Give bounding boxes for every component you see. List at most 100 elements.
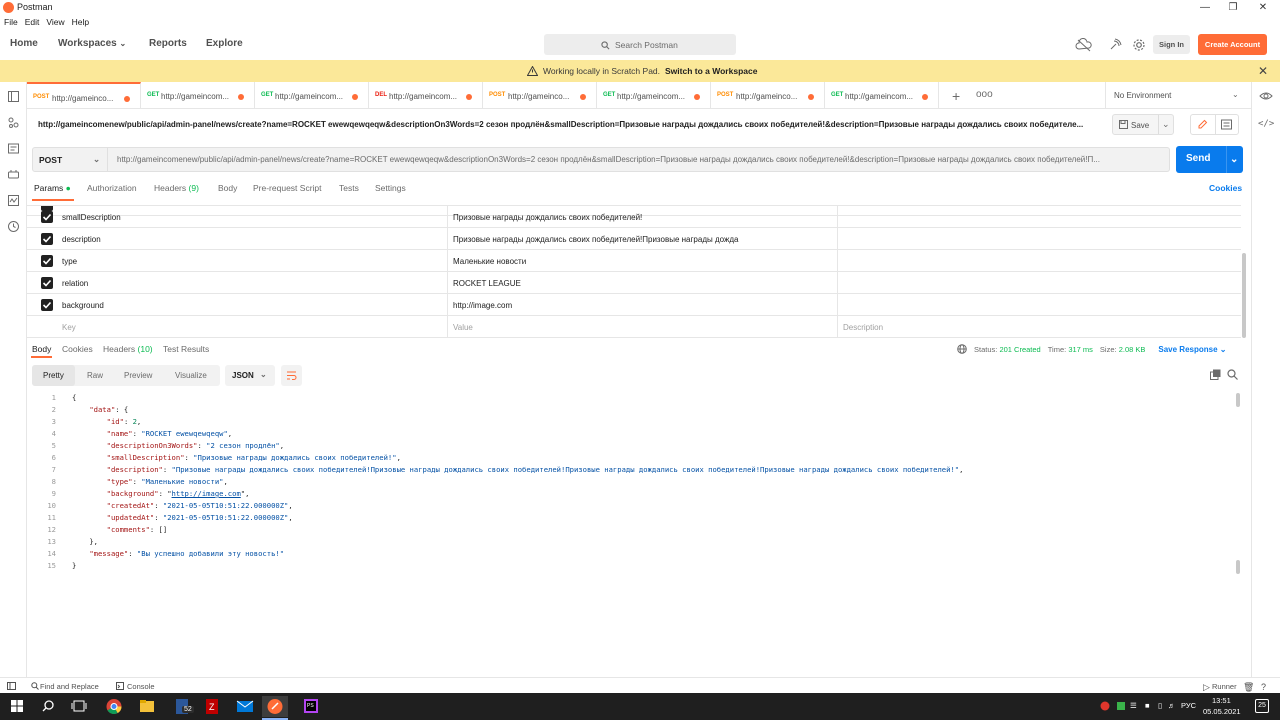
scrollbar-thumb[interactable] bbox=[1236, 560, 1240, 574]
scrollbar-thumb[interactable] bbox=[1236, 393, 1240, 407]
code-snippet-icon[interactable]: </> bbox=[1258, 119, 1274, 129]
param-checkbox[interactable] bbox=[41, 211, 53, 223]
unsaved-dot-icon[interactable] bbox=[580, 94, 586, 100]
param-key[interactable]: smallDescription bbox=[62, 213, 121, 222]
environments-icon[interactable] bbox=[7, 142, 20, 155]
console-button[interactable]: Console bbox=[127, 682, 155, 691]
sign-in-button[interactable]: Sign In bbox=[1153, 35, 1190, 54]
unsaved-dot-icon[interactable] bbox=[694, 94, 700, 100]
param-description-placeholder[interactable]: Description bbox=[843, 323, 883, 332]
tab-prerequest-script[interactable]: Pre-request Script bbox=[253, 183, 322, 193]
resp-tab-test-results[interactable]: Test Results bbox=[163, 344, 209, 354]
code-scrollbar[interactable] bbox=[1235, 393, 1241, 673]
code-line[interactable]: "id": 2, bbox=[72, 417, 142, 426]
nav-reports[interactable]: Reports bbox=[149, 38, 187, 49]
volume-icon[interactable]: ♬ bbox=[1168, 701, 1176, 710]
nav-explore[interactable]: Explore bbox=[206, 38, 243, 49]
request-tab[interactable]: GET http://gameincom... bbox=[255, 82, 369, 109]
nav-home[interactable]: Home bbox=[10, 38, 38, 49]
request-tab[interactable]: POST http://gameinco... bbox=[27, 82, 141, 109]
code-line[interactable]: "message": "Вы успешно добавили эту ново… bbox=[72, 549, 284, 558]
unsaved-dot-icon[interactable] bbox=[922, 94, 928, 100]
new-tab-button[interactable]: + bbox=[952, 88, 960, 104]
resp-tab-body[interactable]: Body bbox=[32, 344, 51, 354]
collections-icon[interactable] bbox=[7, 90, 20, 103]
menu-edit[interactable]: Edit bbox=[25, 17, 40, 27]
param-checkbox[interactable] bbox=[41, 277, 53, 289]
tab-headers[interactable]: Headers (9) bbox=[154, 183, 199, 193]
unsaved-dot-icon[interactable] bbox=[466, 94, 472, 100]
close-banner-icon[interactable]: ✕ bbox=[1258, 64, 1268, 78]
menu-view[interactable]: View bbox=[46, 17, 64, 27]
unsaved-dot-icon[interactable] bbox=[238, 94, 244, 100]
code-line[interactable]: "comments": [] bbox=[72, 525, 168, 534]
code-line[interactable]: "data": { bbox=[72, 405, 128, 414]
chrome-icon[interactable] bbox=[101, 696, 127, 717]
code-line[interactable]: "name": "ROCKET ewewqewqeqw", bbox=[72, 429, 233, 438]
help-icon[interactable]: ? bbox=[1261, 682, 1266, 692]
filezilla-icon[interactable]: Z bbox=[199, 696, 225, 717]
create-account-button[interactable]: Create Account bbox=[1198, 34, 1267, 55]
wifi-icon[interactable]: ☰ bbox=[1130, 701, 1137, 710]
mock-servers-icon[interactable] bbox=[7, 168, 20, 181]
param-value-placeholder[interactable]: Value bbox=[453, 323, 473, 332]
tab-settings[interactable]: Settings bbox=[375, 183, 406, 193]
search-input[interactable]: Search Postman bbox=[544, 34, 736, 55]
param-key[interactable]: description bbox=[62, 235, 101, 244]
cookies-link[interactable]: Cookies bbox=[1209, 183, 1242, 193]
tab-authorization[interactable]: Authorization bbox=[87, 183, 137, 193]
format-raw[interactable]: Raw bbox=[87, 371, 103, 380]
tray-app-icon[interactable] bbox=[1116, 701, 1126, 711]
request-title[interactable]: http://gameincomenew/public/api/admin-pa… bbox=[38, 120, 1108, 129]
resp-tab-cookies[interactable]: Cookies bbox=[62, 344, 93, 354]
unsaved-dot-icon[interactable] bbox=[124, 96, 130, 102]
copy-icon[interactable] bbox=[1210, 369, 1221, 380]
battery-icon[interactable]: ▯ bbox=[1158, 701, 1162, 710]
notification-center-icon[interactable]: 25 bbox=[1255, 699, 1269, 713]
file-explorer-icon[interactable] bbox=[134, 696, 160, 717]
tab-body[interactable]: Body bbox=[218, 183, 237, 193]
param-key[interactable]: relation bbox=[62, 279, 88, 288]
param-value[interactable]: Призовые награды дождались своих победит… bbox=[453, 235, 738, 244]
apis-icon[interactable] bbox=[7, 116, 20, 129]
find-replace-button[interactable]: Find and Replace bbox=[40, 682, 99, 691]
search-icon[interactable] bbox=[1227, 369, 1238, 380]
param-value[interactable]: Маленькие новости bbox=[453, 257, 526, 266]
close-window-button[interactable]: ✕ bbox=[1250, 0, 1276, 15]
postman-taskbar-button[interactable] bbox=[262, 696, 288, 717]
security-tray-icon[interactable] bbox=[1100, 701, 1110, 711]
menu-file[interactable]: File bbox=[4, 17, 18, 27]
menu-help[interactable]: Help bbox=[72, 17, 89, 27]
task-view-icon[interactable] bbox=[66, 696, 92, 717]
param-key-placeholder[interactable]: Key bbox=[62, 323, 76, 332]
code-line[interactable]: "description": "Призовые награды дождали… bbox=[72, 465, 964, 474]
request-tab[interactable]: POST http://gameinco... bbox=[483, 82, 597, 109]
eye-icon[interactable] bbox=[1259, 90, 1273, 102]
request-tab[interactable]: DEL http://gameincom... bbox=[369, 82, 483, 109]
tray-folder-icon[interactable]: ■ bbox=[1145, 701, 1150, 710]
response-body-editor[interactable]: 1 {2 "data": {3 "id": 2, 4 "name": "ROCKET… bbox=[32, 393, 1232, 577]
environment-selector[interactable]: No Environment ⌄ bbox=[1105, 82, 1251, 109]
save-response-button[interactable]: Save Response ⌄ bbox=[1158, 345, 1226, 354]
runner-button[interactable]: Runner bbox=[1212, 682, 1237, 691]
format-pretty[interactable]: Pretty bbox=[43, 371, 64, 380]
clock-date[interactable]: 05.05.2021 bbox=[1203, 707, 1241, 716]
code-line[interactable]: { bbox=[72, 393, 76, 402]
resp-tab-headers[interactable]: Headers (10) bbox=[103, 344, 153, 354]
request-tab[interactable]: GET http://gameincom... bbox=[825, 82, 939, 109]
params-scrollbar[interactable] bbox=[1241, 205, 1247, 338]
language-indicator[interactable]: РУС bbox=[1181, 701, 1196, 710]
history-icon[interactable] bbox=[7, 220, 20, 233]
maximize-button[interactable]: ❐ bbox=[1220, 0, 1246, 15]
param-checkbox[interactable] bbox=[41, 233, 53, 245]
chevron-down-icon[interactable]: ⌄ bbox=[1230, 154, 1238, 165]
param-key[interactable]: background bbox=[62, 301, 104, 310]
code-line[interactable]: "descriptionOn3Words": "2 сезон продлён"… bbox=[72, 441, 284, 450]
documentation-icon[interactable] bbox=[1221, 119, 1232, 130]
param-value[interactable]: ROCKET LEAGUE bbox=[453, 279, 521, 288]
tab-tests[interactable]: Tests bbox=[339, 183, 359, 193]
param-value[interactable]: http://image.com bbox=[453, 301, 512, 310]
settings-gear-icon[interactable] bbox=[1132, 38, 1146, 52]
tab-params[interactable]: Params ● bbox=[34, 183, 71, 193]
pencil-icon[interactable] bbox=[1197, 119, 1208, 130]
